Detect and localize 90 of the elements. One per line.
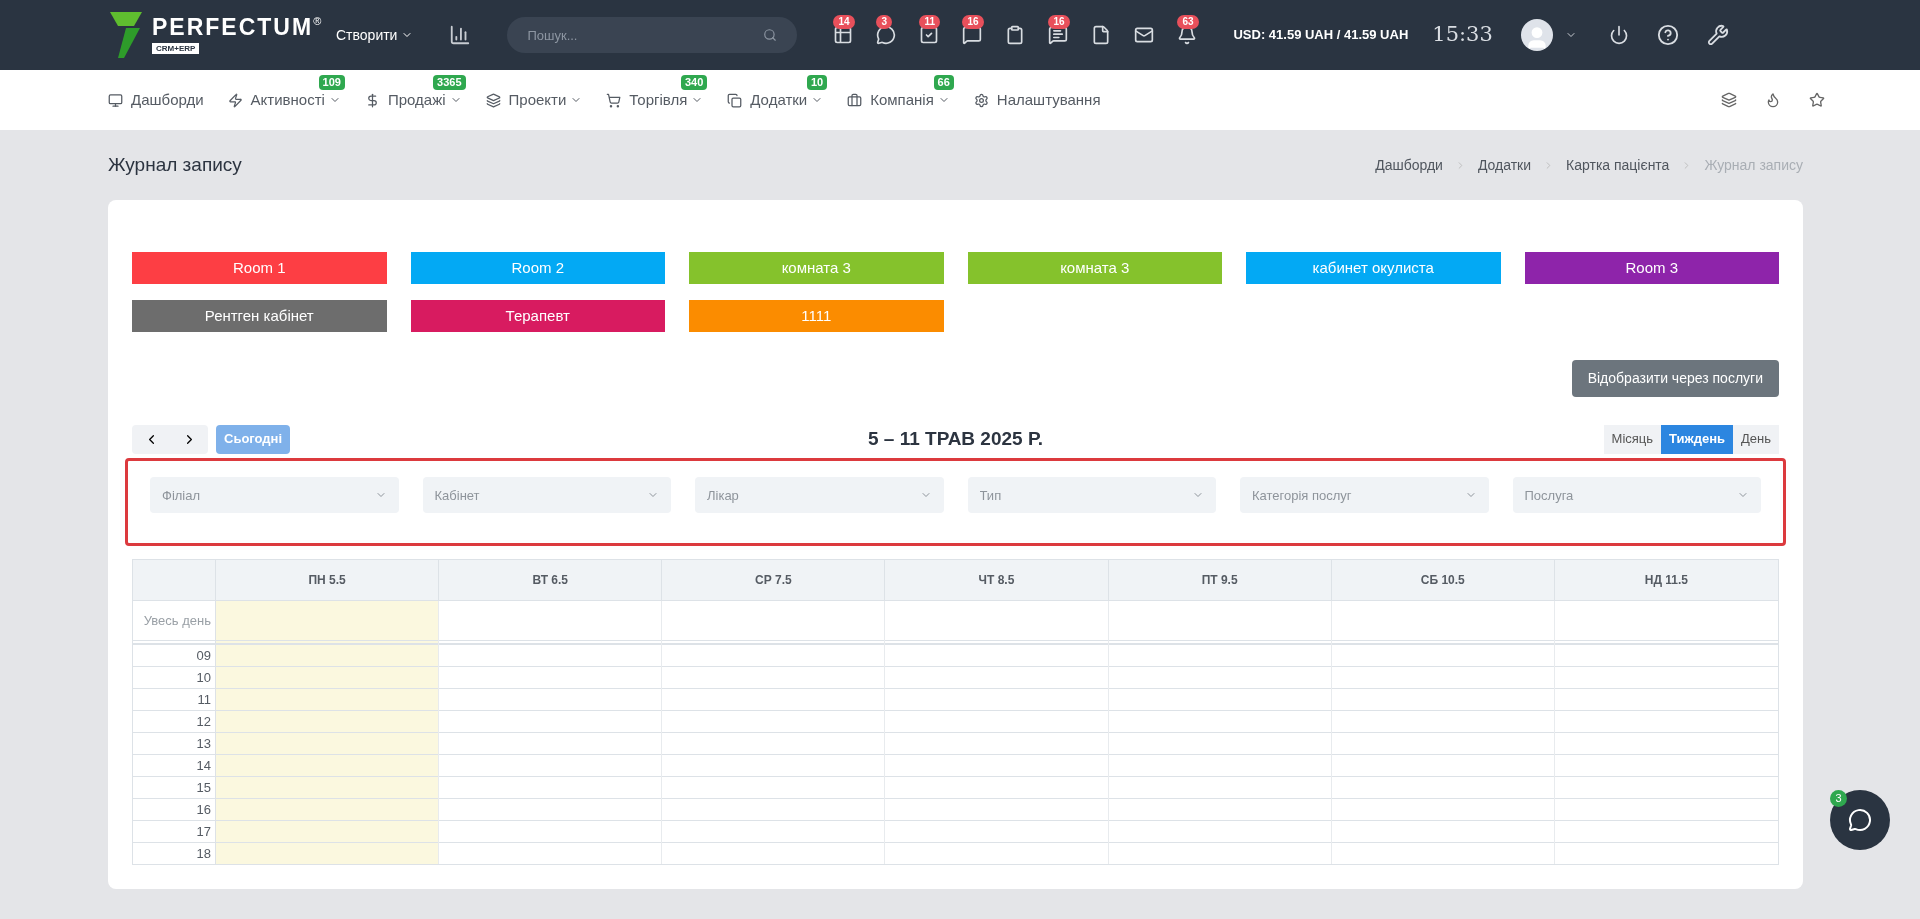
chat-button[interactable]: 3 xyxy=(1830,790,1890,850)
mail-icon[interactable] xyxy=(1134,25,1155,45)
star-icon[interactable] xyxy=(1809,92,1825,108)
logo-subtitle: CRM+ERP xyxy=(152,43,200,54)
nav-menu-item[interactable]: Налаштування xyxy=(973,88,1101,112)
briefcase-icon xyxy=(847,92,863,108)
avatar[interactable] xyxy=(1520,19,1553,51)
notification-badge: 63 xyxy=(1177,15,1199,29)
notification-badge: 16 xyxy=(962,15,984,29)
filter-select[interactable]: Філіал xyxy=(150,477,399,513)
nav-menu-item[interactable]: Торгівля xyxy=(606,88,704,112)
copy-icon xyxy=(727,92,743,108)
filter-select[interactable]: Категорія послуг xyxy=(1240,477,1489,513)
count-badge: 3365 xyxy=(433,74,466,90)
message-icon[interactable] xyxy=(962,25,983,45)
count-badge: 10 xyxy=(806,74,828,90)
filter-select[interactable]: Кабінет xyxy=(422,477,671,513)
day-header: НД 11.5 xyxy=(1643,572,1690,589)
count-badge: 109 xyxy=(318,74,345,90)
checkbox-icon[interactable] xyxy=(919,25,940,45)
nav-menu-item[interactable]: Компанія xyxy=(847,88,950,112)
hour-label: 13 xyxy=(133,732,215,754)
hour-label: 12 xyxy=(133,710,215,732)
notification-badge: 3 xyxy=(876,15,892,29)
settings-icon xyxy=(973,92,989,108)
layers-icon[interactable] xyxy=(1721,92,1737,108)
chat-badge: 3 xyxy=(1830,790,1847,807)
breadcrumb-link[interactable]: Дашборди xyxy=(1375,154,1443,176)
flame-icon[interactable] xyxy=(1765,92,1781,108)
count-badge: 340 xyxy=(680,74,708,90)
nav-menu-item[interactable]: Проекти xyxy=(485,88,583,112)
help-icon[interactable] xyxy=(1656,24,1679,46)
create-menu[interactable]: Створити xyxy=(336,24,414,46)
hour-label: 18 xyxy=(133,842,215,864)
count-badge: 66 xyxy=(933,74,954,90)
logo-icon xyxy=(108,10,144,60)
lightning-icon xyxy=(227,92,243,108)
view-tab[interactable]: День xyxy=(1733,424,1779,454)
nav-menu-item[interactable]: Активності xyxy=(227,88,341,112)
filter-select[interactable]: Тип xyxy=(967,477,1216,513)
day-header: СР 7.5 xyxy=(662,560,886,600)
message-lines-icon[interactable] xyxy=(1048,25,1069,45)
search-icon xyxy=(763,28,778,42)
day-header: ПТ 9.5 xyxy=(1108,560,1332,600)
filter-select[interactable]: Лікар xyxy=(695,477,944,513)
clipboard-icon[interactable] xyxy=(1005,25,1026,45)
nav-menu-item[interactable]: Продажі xyxy=(364,88,462,112)
room-button[interactable]: Room 3 xyxy=(1524,252,1779,284)
breadcrumb-link[interactable]: Картка пацієнта xyxy=(1566,154,1670,176)
table-icon[interactable] xyxy=(833,25,854,45)
room-button[interactable]: Терапевт xyxy=(410,300,665,332)
breadcrumb-link[interactable]: Додатки xyxy=(1477,154,1532,176)
show-by-services-button[interactable]: Відобразити через послуги xyxy=(1571,360,1779,397)
notification-badge: 14 xyxy=(833,15,855,29)
hour-label: 09 xyxy=(133,644,215,666)
room-button[interactable]: Room 1 xyxy=(132,252,387,284)
day-header: ЧТ 8.5 xyxy=(885,560,1109,600)
cart-icon xyxy=(606,92,622,108)
page-title: Журнал запису xyxy=(108,152,242,177)
chat-icon xyxy=(1848,808,1872,832)
power-icon[interactable] xyxy=(1608,25,1629,45)
hour-label: 16 xyxy=(133,798,215,820)
bar-chart-icon[interactable] xyxy=(449,24,472,46)
filter-select[interactable]: Послуга xyxy=(1512,477,1761,513)
hour-label: 11 xyxy=(133,688,215,710)
layers-icon xyxy=(485,92,501,108)
nav-menu-item[interactable]: Додатки xyxy=(727,88,824,112)
registered-mark: ® xyxy=(313,16,322,27)
view-tab[interactable]: Місяць xyxy=(1603,424,1662,454)
wrench-icon[interactable] xyxy=(1706,24,1729,46)
nav-menu-item[interactable]: Дашборди xyxy=(108,88,204,112)
chat-icon[interactable] xyxy=(876,25,897,45)
monitor-icon xyxy=(108,92,123,108)
day-header: СБ 10.5 xyxy=(1331,560,1555,600)
hour-label: 14 xyxy=(133,754,215,776)
hour-label: 10 xyxy=(133,666,215,688)
hour-label: 15 xyxy=(133,776,215,798)
date-range-title: 5 – 11 ТРАВ 2025 Р. xyxy=(868,426,1044,451)
day-header: ВТ 6.5 xyxy=(439,560,663,600)
logo-text: PERFECTUM xyxy=(152,16,314,39)
day-header: ПН 5.5 xyxy=(216,560,440,600)
notification-badge: 16 xyxy=(1048,15,1070,29)
search-field[interactable]: Пошук... xyxy=(507,17,798,53)
view-tab[interactable]: Тиждень xyxy=(1661,424,1733,454)
currency-rate: USD: 41.59 UAH / 41.59 UAH xyxy=(1233,26,1409,45)
clock: 15:33 xyxy=(1432,21,1493,49)
notification-badge: 11 xyxy=(919,15,940,29)
file-icon[interactable] xyxy=(1091,25,1112,45)
room-button[interactable]: Рентген кабінет xyxy=(132,300,387,332)
hour-label: 17 xyxy=(133,820,215,842)
